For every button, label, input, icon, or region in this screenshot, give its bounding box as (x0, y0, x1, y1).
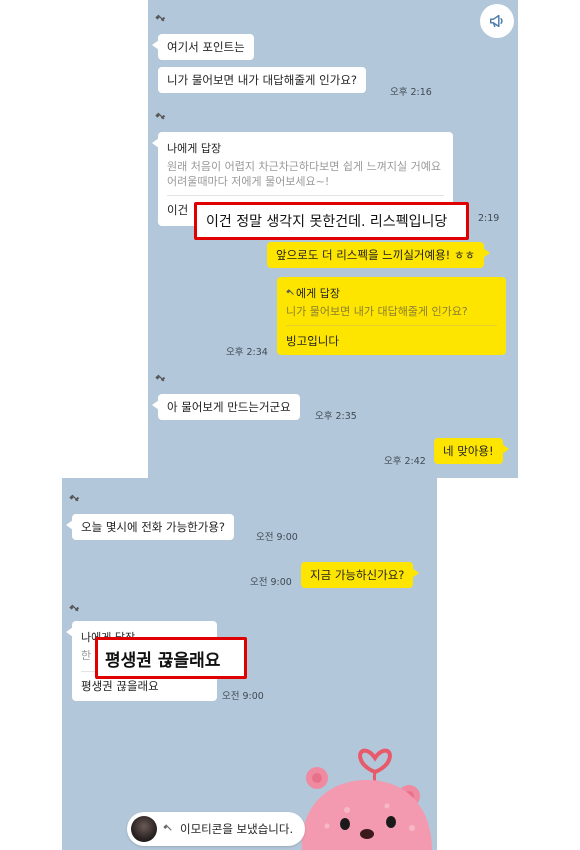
message-text: 앞으로도 더 리스펙을 느끼실거예용! ㅎㅎ (276, 248, 476, 262)
reply-quote: 니가 물어보면 내가 대답해줄게 인가요? (286, 305, 468, 318)
timestamp: 오후 2:35 (315, 411, 357, 422)
reply-title: 에게 답장 (286, 285, 497, 301)
message-bubble[interactable]: 여기서 포인트는 (152, 34, 254, 60)
my-message-bubble[interactable]: 지금 가능하신가요? (301, 562, 420, 588)
reply-answer: 빙고입니다 (286, 334, 339, 348)
message-text: 니가 물어보면 내가 대답해줄게 인가요? (167, 73, 358, 87)
message-text: 오늘 몇시에 전화 가능한가용? (81, 520, 226, 534)
timestamp: 오후 2:42 (384, 456, 426, 467)
my-message-bubble[interactable]: 앞으로도 더 리스펙을 느끼실거예용! ㅎㅎ (267, 242, 491, 268)
megaphone-icon (489, 14, 503, 28)
timestamp: 오전 9:00 (222, 691, 264, 702)
sender-satellite-icon (155, 110, 167, 125)
reply-divider (286, 325, 497, 326)
timestamp: 오전 9:00 (256, 532, 298, 543)
sender-satellite-icon (155, 12, 167, 27)
message-text: 여기서 포인트는 (167, 40, 245, 54)
reply-quote: 원래 처음이 어렵지 차근차근하다보면 쉽게 느껴지실 거예요 어려울때마다 저… (167, 160, 441, 188)
highlighted-message-overlay: 평생권 끊을래요 (95, 637, 247, 679)
timestamp: 오전 9:00 (250, 577, 292, 588)
satellite-icon (163, 822, 174, 836)
message-text: 네 맞아용! (443, 444, 494, 458)
highlight-text: 이건 정말 생각지 못한건데. 리스펙입니당 (206, 214, 448, 230)
emoticon-sent-notice[interactable]: 이모티콘을 보냈습니다. (127, 812, 306, 846)
sender-satellite-icon (155, 372, 167, 387)
reply-title: 나에게 답장 (167, 142, 222, 155)
message-bubble[interactable]: 오늘 몇시에 전화 가능한가용? (65, 514, 235, 540)
timestamp: 오후 2:16 (390, 87, 432, 98)
my-reply-message-card[interactable]: 에게 답장 니가 물어보면 내가 대답해줄게 인가요? 빙고입니다 (277, 277, 506, 355)
highlighted-message-overlay: 이건 정말 생각지 못한건데. 리스펙입니당 (194, 202, 469, 240)
reply-answer: 평생권 끊을래요 (81, 679, 159, 693)
megaphone-button[interactable] (480, 4, 514, 38)
sender-satellite-icon (69, 602, 81, 617)
highlight-text: 평생권 끊을래요 (105, 650, 221, 671)
message-text: 지금 가능하신가요? (310, 568, 405, 582)
satellite-icon (286, 289, 294, 295)
message-bubble[interactable]: 아 물어보게 만드는거군요 (152, 394, 300, 420)
emoticon-notice-text: 이모티콘을 보냈습니다. (180, 822, 294, 836)
pink-character-emoticon (301, 748, 432, 850)
my-message-bubble[interactable]: 네 맞아용! (434, 438, 509, 464)
message-bubble[interactable]: 니가 물어보면 내가 대답해줄게 인가요? (158, 67, 367, 93)
message-text: 아 물어보게 만드는거군요 (167, 400, 291, 414)
timestamp: 2:19 (478, 213, 500, 224)
timestamp: 오후 2:34 (226, 347, 268, 358)
reply-divider (167, 195, 444, 196)
avatar (131, 816, 157, 842)
sender-satellite-icon (69, 492, 81, 507)
